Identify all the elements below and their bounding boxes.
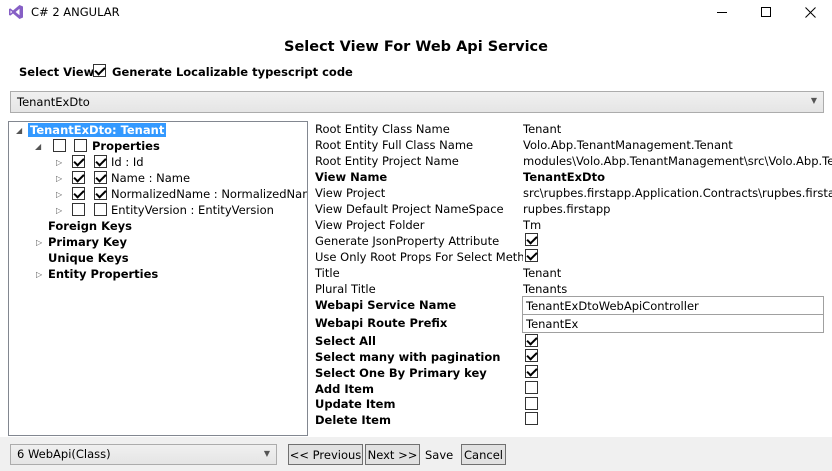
primary-key-node[interactable]: Primary Key bbox=[48, 235, 127, 249]
prop-normalizedname-checkbox-2[interactable] bbox=[94, 187, 107, 200]
view-project-folder-label: View Project Folder bbox=[315, 218, 425, 232]
plural-title-label: Plural Title bbox=[315, 282, 376, 296]
previous-button[interactable]: << Previous bbox=[288, 444, 363, 465]
add-item-label: Add Item bbox=[315, 382, 374, 396]
expand-icon[interactable]: ▷ bbox=[36, 270, 42, 279]
properties-node[interactable]: Properties bbox=[92, 139, 160, 153]
prop-entityversion-checkbox-2[interactable] bbox=[94, 203, 107, 216]
generator-select[interactable]: 6 WebApi(Class) ▼ bbox=[10, 444, 277, 465]
select-all-checkbox[interactable] bbox=[525, 334, 538, 347]
generate-localizable-checkbox[interactable] bbox=[93, 64, 106, 77]
select-all-label: Select All bbox=[315, 334, 376, 348]
collapse-icon[interactable]: ◢ bbox=[16, 126, 22, 135]
webapi-service-name-input[interactable]: TenantExDtoWebApiController bbox=[522, 296, 824, 315]
view-project-value: src\rupbes.firstapp.Application.Contract… bbox=[523, 186, 832, 200]
properties-expand-box[interactable] bbox=[53, 139, 66, 152]
properties-checkbox[interactable] bbox=[74, 139, 87, 152]
chevron-down-icon: ▼ bbox=[810, 96, 817, 105]
generate-json-property-checkbox[interactable] bbox=[525, 233, 538, 246]
root-entity-full-class-name-label: Root Entity Full Class Name bbox=[315, 138, 474, 152]
window-title: C# 2 ANGULAR bbox=[31, 5, 120, 19]
expand-icon[interactable]: ▷ bbox=[56, 174, 62, 183]
select-view-label: Select View. bbox=[19, 65, 98, 79]
generate-localizable-label: Generate Localizable typescript code bbox=[112, 65, 353, 79]
delete-item-label: Delete Item bbox=[315, 413, 391, 427]
use-only-root-props-label: Use Only Root Props For Select Metho bbox=[315, 250, 523, 264]
footer-bar: 6 WebApi(Class) ▼ << Previous Next >> Sa… bbox=[0, 437, 832, 471]
prop-name-label[interactable]: Name : Name bbox=[111, 171, 190, 185]
webapi-route-prefix-input[interactable]: TenantEx bbox=[522, 314, 824, 333]
root-entity-class-name-value: Tenant bbox=[523, 122, 562, 136]
delete-item-checkbox[interactable] bbox=[525, 412, 538, 425]
view-name-value: TenantExDto bbox=[523, 170, 605, 184]
prop-normalizedname-label[interactable]: NormalizedName : NormalizedName bbox=[111, 187, 307, 201]
generator-select-value: 6 WebApi(Class) bbox=[17, 447, 111, 461]
next-button[interactable]: Next >> bbox=[365, 444, 420, 465]
prop-id-checkbox-2[interactable] bbox=[94, 155, 107, 168]
chevron-down-icon: ▼ bbox=[263, 449, 270, 458]
entity-properties-node[interactable]: Entity Properties bbox=[48, 267, 158, 281]
expand-icon[interactable]: ▷ bbox=[56, 206, 62, 215]
prop-normalizedname-checkbox[interactable] bbox=[72, 187, 85, 200]
update-item-checkbox[interactable] bbox=[525, 397, 538, 410]
root-entity-project-name-value: modules\Volo.Abp.TenantManagement\src\Vo… bbox=[523, 154, 832, 168]
add-item-checkbox[interactable] bbox=[525, 381, 538, 394]
unique-keys-node[interactable]: Unique Keys bbox=[48, 251, 129, 265]
prop-name-checkbox[interactable] bbox=[72, 171, 85, 184]
expand-icon[interactable]: ▷ bbox=[56, 158, 62, 167]
visual-studio-icon bbox=[9, 5, 23, 19]
root-entity-class-name-label: Root Entity Class Name bbox=[315, 122, 450, 136]
prop-id-label[interactable]: Id : Id bbox=[111, 155, 144, 169]
use-only-root-props-checkbox[interactable] bbox=[525, 249, 538, 262]
title-bar: C# 2 ANGULAR bbox=[0, 0, 832, 24]
cancel-button[interactable]: Cancel bbox=[461, 444, 506, 465]
select-one-label: Select One By Primary key bbox=[315, 366, 487, 380]
webapi-service-name-label: Webapi Service Name bbox=[315, 298, 457, 312]
prop-entityversion-checkbox[interactable] bbox=[72, 203, 85, 216]
maximize-button[interactable] bbox=[744, 0, 788, 24]
close-icon bbox=[804, 6, 816, 18]
select-many-checkbox[interactable] bbox=[525, 349, 538, 362]
view-default-namespace-label: View Default Project NameSpace bbox=[315, 202, 504, 216]
collapse-icon[interactable]: ◢ bbox=[35, 142, 41, 151]
minimize-icon bbox=[717, 11, 727, 13]
close-button[interactable] bbox=[788, 0, 832, 24]
save-button[interactable]: Save bbox=[425, 448, 453, 462]
update-item-label: Update Item bbox=[315, 397, 396, 411]
prop-name-checkbox-2[interactable] bbox=[94, 171, 107, 184]
view-select[interactable]: TenantExDto ▼ bbox=[10, 91, 824, 113]
page-title: Select View For Web Api Service bbox=[284, 39, 548, 55]
maximize-icon bbox=[761, 7, 771, 17]
root-entity-full-class-name-value: Volo.Abp.TenantManagement.Tenant bbox=[523, 138, 733, 152]
select-many-label: Select many with pagination bbox=[315, 350, 501, 364]
webapi-route-prefix-label: Webapi Route Prefix bbox=[315, 316, 448, 330]
plural-title-value: Tenants bbox=[523, 282, 568, 296]
view-name-label: View Name bbox=[315, 170, 388, 184]
tree-root-node[interactable]: TenantExDto: Tenant bbox=[28, 123, 167, 137]
title-label: Title bbox=[315, 266, 340, 280]
view-default-namespace-value: rupbes.firstapp bbox=[523, 202, 611, 216]
prop-entityversion-label[interactable]: EntityVersion : EntityVersion bbox=[111, 203, 274, 217]
select-one-checkbox[interactable] bbox=[525, 365, 538, 378]
root-entity-project-name-label: Root Entity Project Name bbox=[315, 154, 459, 168]
expand-icon[interactable]: ▷ bbox=[36, 238, 42, 247]
view-project-folder-value: Tm bbox=[523, 218, 542, 232]
expand-icon[interactable]: ▷ bbox=[56, 190, 62, 199]
minimize-button[interactable] bbox=[700, 0, 744, 24]
title-value: Tenant bbox=[523, 266, 562, 280]
prop-id-checkbox[interactable] bbox=[72, 155, 85, 168]
view-project-label: View Project bbox=[315, 186, 386, 200]
view-tree[interactable]: ◢ TenantExDto: Tenant ◢ Properties ▷ Id … bbox=[8, 121, 308, 436]
view-select-value: TenantExDto bbox=[17, 95, 90, 109]
foreign-keys-node[interactable]: Foreign Keys bbox=[48, 219, 132, 233]
generate-json-property-label: Generate JsonProperty Attribute bbox=[315, 234, 500, 248]
